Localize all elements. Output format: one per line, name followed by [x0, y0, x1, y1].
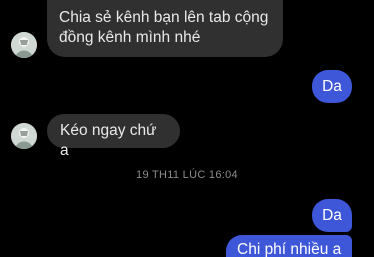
- outgoing-message-bubble[interactable]: Chi phí nhiều a: [226, 235, 352, 257]
- chat-thread: Chia sẻ kênh bạn lên tab cộng đồng kênh …: [0, 0, 374, 257]
- message-text: Da: [322, 207, 342, 224]
- contact-avatar[interactable]: [11, 32, 37, 58]
- incoming-message-bubble[interactable]: Chia sẻ kênh bạn lên tab cộng đồng kênh …: [47, 0, 283, 57]
- outgoing-message-bubble[interactable]: Da: [312, 70, 352, 103]
- message-text-line: đồng kênh mình nhé: [59, 29, 201, 46]
- avatar-image-icon: [11, 32, 37, 58]
- incoming-message-bubble[interactable]: Kéo ngay chứ a: [47, 114, 180, 159]
- contact-avatar[interactable]: [11, 123, 37, 149]
- avatar-image-icon: [11, 123, 37, 149]
- timestamp-divider: 19 TH11 LÚC 16:04: [136, 169, 238, 181]
- outgoing-message-bubble[interactable]: Da: [312, 199, 352, 232]
- message-text-line: Chia sẻ kênh bạn lên tab cộng: [59, 9, 269, 26]
- message-text: Da: [322, 78, 342, 95]
- message-text: Kéo ngay chứ a: [60, 122, 157, 159]
- message-text: Chi phí nhiều a: [237, 241, 342, 257]
